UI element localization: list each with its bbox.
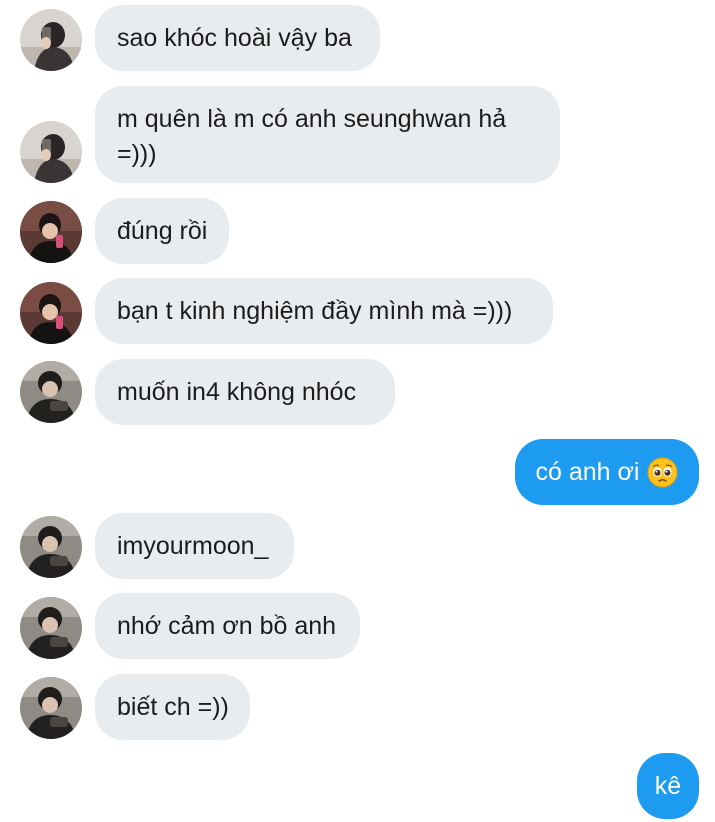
message-bubble[interactable]: sao khóc hoài vậy ba: [95, 5, 380, 71]
message-text: biết ch =)): [117, 692, 229, 721]
message-text: đúng rồi: [117, 216, 208, 245]
avatar[interactable]: [20, 361, 82, 423]
message-text: nhớ cảm ơn bồ anh: [117, 611, 337, 640]
pleading-face-icon: [647, 457, 678, 488]
message-bubble-outgoing[interactable]: có anh ơi: [515, 439, 699, 505]
message-bubble[interactable]: m quên là m có anh seunghwan hả =))): [95, 86, 560, 183]
message-text: có anh ơi: [535, 457, 640, 486]
avatar[interactable]: [20, 597, 82, 659]
message-text: bạn t kinh nghiệm đầy mình mà =))): [117, 296, 513, 325]
message-text: m quên là m có anh seunghwan hả =))): [117, 104, 507, 168]
chat-thread: sao khóc hoài vậy ba m quên là m có anh …: [0, 0, 715, 822]
message-text: muốn in4 không nhóc: [117, 377, 357, 406]
message-bubble[interactable]: biết ch =)): [95, 674, 250, 740]
message-bubble[interactable]: đúng rồi: [95, 198, 229, 264]
avatar[interactable]: [20, 121, 82, 183]
message-text: sao khóc hoài vậy ba: [117, 23, 352, 52]
avatar[interactable]: [20, 516, 82, 578]
message-bubble[interactable]: imyourmoon_: [95, 513, 294, 579]
avatar[interactable]: [20, 201, 82, 263]
message-text: kê: [654, 771, 682, 800]
avatar[interactable]: [20, 9, 82, 71]
avatar[interactable]: [20, 282, 82, 344]
message-bubble[interactable]: nhớ cảm ơn bồ anh: [95, 593, 360, 659]
message-text: imyourmoon_: [117, 531, 269, 560]
avatar[interactable]: [20, 677, 82, 739]
message-bubble[interactable]: bạn t kinh nghiệm đầy mình mà =))): [95, 278, 553, 344]
message-bubble-outgoing[interactable]: kê: [637, 753, 699, 819]
message-bubble[interactable]: muốn in4 không nhóc: [95, 359, 395, 425]
